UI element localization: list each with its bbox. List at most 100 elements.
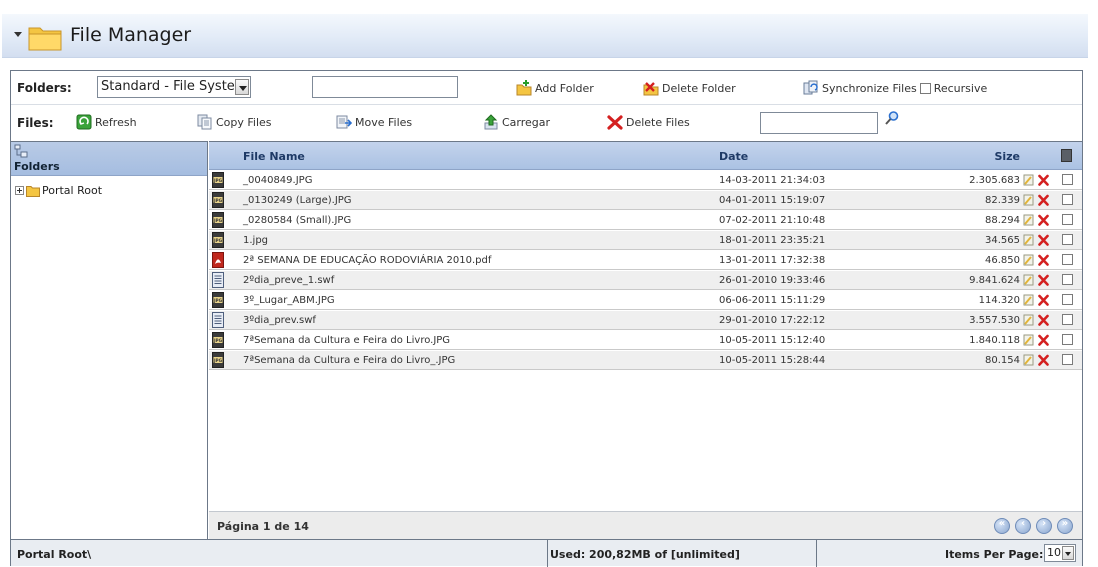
title-bar: File Manager bbox=[2, 14, 1088, 58]
file-name[interactable]: _0130249 (Large).JPG bbox=[243, 195, 352, 206]
edit-icon[interactable] bbox=[1023, 214, 1034, 226]
add-folder-button[interactable]: Add Folder bbox=[516, 80, 594, 96]
table-row[interactable]: JPG 7ªSemana da Cultura e Feira do Livro.… bbox=[209, 331, 1082, 350]
synchronize-files-button[interactable]: Synchronize Files Recursive bbox=[803, 80, 987, 96]
file-name[interactable]: _0280584 (Small).JPG bbox=[243, 215, 351, 226]
recursive-checkbox[interactable] bbox=[919, 82, 931, 94]
copy-files-button[interactable]: Copy Files bbox=[197, 114, 272, 130]
row-checkbox[interactable] bbox=[1062, 314, 1073, 325]
delete-files-button[interactable]: Delete Files bbox=[607, 114, 690, 130]
edit-icon[interactable] bbox=[1023, 254, 1034, 266]
dropdown-arrow-icon[interactable] bbox=[1062, 546, 1074, 560]
table-row[interactable]: JPG 1.jpg 18-01-2011 23:35:21 34.565 bbox=[209, 231, 1082, 250]
expand-plus-icon[interactable] bbox=[15, 186, 24, 195]
delete-icon[interactable] bbox=[1038, 254, 1049, 266]
file-date: 29-01-2010 17:22:12 bbox=[719, 315, 826, 326]
table-row[interactable]: JPG _0040849.JPG 14-03-2011 21:34:03 2.305.… bbox=[209, 171, 1082, 190]
tree-node-label: Portal Root bbox=[42, 184, 103, 197]
first-page-icon[interactable]: « bbox=[994, 518, 1010, 534]
edit-icon[interactable] bbox=[1023, 194, 1034, 206]
refresh-button[interactable]: Refresh bbox=[76, 114, 137, 130]
edit-icon[interactable] bbox=[1023, 334, 1034, 346]
file-search-input[interactable] bbox=[760, 112, 878, 134]
delete-icon[interactable] bbox=[1038, 174, 1049, 186]
file-size: 80.154 bbox=[985, 355, 1020, 366]
file-name[interactable]: 1.jpg bbox=[243, 235, 268, 246]
delete-icon[interactable] bbox=[1038, 334, 1049, 346]
row-checkbox[interactable] bbox=[1062, 254, 1073, 265]
file-date: 07-02-2011 21:10:48 bbox=[719, 215, 826, 226]
refresh-icon bbox=[76, 114, 92, 130]
edit-icon[interactable] bbox=[1023, 294, 1034, 306]
file-name[interactable]: 7ªSemana da Cultura e Feira do Livro.JPG bbox=[243, 335, 450, 346]
file-name[interactable]: 7ªSemana da Cultura e Feira do Livro_.JP… bbox=[243, 355, 455, 366]
svg-text:JPG: JPG bbox=[213, 338, 223, 343]
column-file-name[interactable]: File Name bbox=[243, 150, 305, 163]
upload-icon bbox=[484, 114, 498, 130]
row-checkbox[interactable] bbox=[1062, 354, 1073, 365]
row-checkbox[interactable] bbox=[1062, 274, 1073, 285]
row-checkbox[interactable] bbox=[1062, 294, 1073, 305]
copy-files-label: Copy Files bbox=[216, 115, 272, 129]
table-row[interactable]: JPG 7ªSemana da Cultura e Feira do Livro_… bbox=[209, 351, 1082, 370]
row-checkbox[interactable] bbox=[1062, 194, 1073, 205]
delete-icon[interactable] bbox=[1038, 234, 1049, 246]
delete-icon[interactable] bbox=[1038, 194, 1049, 206]
table-row[interactable]: JPG _0130249 (Large).JPG 04-01-2011 15:19:… bbox=[209, 191, 1082, 210]
folder-tree-title: Folders bbox=[14, 160, 60, 173]
delete-icon[interactable] bbox=[1038, 314, 1049, 326]
table-row[interactable]: JPG 3º_Lugar_ABM.JPG 06-06-2011 15:11:29 11… bbox=[209, 291, 1082, 310]
edit-icon[interactable] bbox=[1023, 234, 1034, 246]
delete-files-label: Delete Files bbox=[626, 115, 690, 129]
page-title: File Manager bbox=[70, 24, 192, 46]
search-icon[interactable] bbox=[884, 110, 900, 126]
file-name[interactable]: 2ª SEMANA DE EDUCAÇÃO RODOVIÁRIA 2010.pd… bbox=[243, 255, 491, 266]
edit-icon[interactable] bbox=[1023, 274, 1034, 286]
file-name[interactable]: _0040849.JPG bbox=[243, 175, 312, 186]
table-row[interactable]: 3ºdia_prev.swf 29-01-2010 17:22:12 3.557.5… bbox=[209, 311, 1082, 330]
collapse-chevron-icon[interactable] bbox=[14, 32, 22, 37]
files-label: Files: bbox=[17, 116, 54, 130]
move-files-button[interactable]: Move Files bbox=[336, 114, 412, 130]
row-checkbox[interactable] bbox=[1062, 234, 1073, 245]
status-paging-cell: Items Per Page: 10 bbox=[817, 540, 1083, 567]
delete-icon[interactable] bbox=[1038, 214, 1049, 226]
file-name[interactable]: 3º_Lugar_ABM.JPG bbox=[243, 295, 335, 306]
table-row[interactable]: 2ª SEMANA DE EDUCAÇÃO RODOVIÁRIA 2010.pd… bbox=[209, 251, 1082, 270]
items-per-page-select[interactable]: 10 bbox=[1044, 544, 1076, 562]
select-all-icon[interactable] bbox=[1061, 149, 1072, 162]
file-size: 114.320 bbox=[978, 295, 1020, 306]
upload-button[interactable]: Carregar bbox=[483, 114, 550, 130]
edit-icon[interactable] bbox=[1023, 314, 1034, 326]
table-row[interactable]: JPG _0280584 (Small).JPG 07-02-2011 21:10:… bbox=[209, 211, 1082, 230]
file-list-header: File Name Date Size bbox=[209, 142, 1082, 170]
edit-icon[interactable] bbox=[1023, 354, 1034, 366]
row-checkbox[interactable] bbox=[1062, 214, 1073, 225]
file-name[interactable]: 2ºdia_preve_1.swf bbox=[243, 275, 334, 286]
folder-source-select[interactable]: Standard - File System bbox=[97, 76, 251, 98]
last-page-icon[interactable]: » bbox=[1057, 518, 1073, 534]
previous-page-icon[interactable]: ‹ bbox=[1015, 518, 1031, 534]
current-path: Portal Root\ bbox=[17, 548, 92, 561]
delete-icon[interactable] bbox=[1038, 274, 1049, 286]
file-size: 3.557.530 bbox=[969, 315, 1020, 326]
tree-node-portal-root[interactable]: Portal Root bbox=[15, 184, 102, 197]
row-checkbox[interactable] bbox=[1062, 334, 1073, 345]
table-row[interactable]: 2ºdia_preve_1.swf 26-01-2010 19:33:46 9.84… bbox=[209, 271, 1082, 290]
row-checkbox[interactable] bbox=[1062, 174, 1073, 185]
column-size[interactable]: Size bbox=[994, 150, 1020, 163]
dropdown-arrow-icon[interactable] bbox=[235, 79, 249, 95]
column-date[interactable]: Date bbox=[719, 150, 748, 163]
delete-folder-icon bbox=[643, 82, 659, 96]
delete-folder-button[interactable]: Delete Folder bbox=[643, 80, 736, 96]
move-files-label: Move Files bbox=[355, 115, 413, 129]
next-page-icon[interactable]: › bbox=[1036, 518, 1052, 534]
edit-icon[interactable] bbox=[1023, 174, 1034, 186]
delete-folder-label: Delete Folder bbox=[662, 81, 736, 95]
status-path-cell: Portal Root\ bbox=[11, 540, 548, 567]
folder-name-input[interactable] bbox=[312, 76, 458, 98]
delete-icon[interactable] bbox=[1038, 354, 1049, 366]
add-folder-icon bbox=[516, 80, 532, 96]
file-name[interactable]: 3ºdia_prev.swf bbox=[243, 315, 316, 326]
delete-icon[interactable] bbox=[1038, 294, 1049, 306]
